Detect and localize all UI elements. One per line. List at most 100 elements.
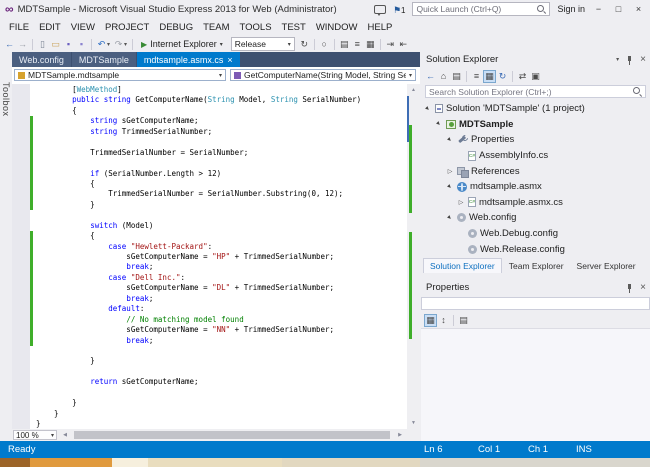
zoom-dropdown[interactable]: 100 % ▾ — [13, 430, 57, 440]
categorized-icon[interactable]: ▦ — [424, 314, 437, 327]
outdent-icon[interactable]: ⇤ — [397, 38, 410, 51]
notifications-flag[interactable]: ⚑1 — [393, 0, 406, 18]
properties-icon[interactable]: ≡ — [470, 70, 483, 83]
tree-item-web-config[interactable]: ▼Web.config — [421, 210, 650, 226]
member-dropdown[interactable]: GetComputerName(String Model, String Ser… — [230, 69, 416, 81]
panel-tab-solution-explorer[interactable]: Solution Explorer — [423, 258, 502, 273]
sync-with-active-document-icon[interactable]: ⇄ — [516, 70, 529, 83]
tree-item-references[interactable]: ▷References — [421, 163, 650, 179]
dropdown-arrow-icon[interactable]: ▾ — [107, 41, 110, 48]
navigate-forward-icon[interactable]: → — [16, 38, 29, 51]
show-all-files-icon[interactable]: ▦ — [483, 70, 496, 83]
code-line — [36, 210, 407, 220]
find-icon[interactable]: ○ — [318, 38, 331, 51]
tree-item-mdtsample-asmx[interactable]: ▼mdtsample.asmx — [421, 179, 650, 195]
start-debug-button[interactable]: ▶ Internet Explorer ▾ — [136, 37, 228, 51]
expanded-expander-icon[interactable]: ▼ — [445, 182, 455, 192]
notification-count: 1 — [401, 6, 405, 15]
feedback-icon[interactable] — [374, 5, 386, 14]
tab-mdtsample[interactable]: MDTSample — [72, 52, 136, 67]
tree-item-web-debug-config[interactable]: Web.Debug.config — [421, 226, 650, 242]
expanded-expander-icon[interactable]: ▼ — [445, 213, 455, 223]
chevron-down-icon[interactable]: ▾ — [220, 41, 223, 48]
vertical-scrollbar[interactable]: ▲ ▼ — [407, 84, 420, 429]
close-tab-icon[interactable]: × — [227, 55, 232, 65]
tree-item-mdtsample[interactable]: ▼MDTSample — [421, 117, 650, 133]
menu-window[interactable]: WINDOW — [311, 22, 363, 33]
tree-item-assemblyinfo-cs[interactable]: AssemblyInfo.cs — [421, 148, 650, 164]
code-editor[interactable]: [WebMethod] public string GetComputerNam… — [12, 84, 407, 429]
solution-explorer-icon[interactable]: ▤ — [338, 38, 351, 51]
solution-explorer-header[interactable]: Solution Explorer ▾ × — [421, 52, 650, 68]
tree-item-properties[interactable]: ▼Properties — [421, 132, 650, 148]
back-icon[interactable]: ← — [424, 70, 437, 83]
pin-icon[interactable] — [625, 284, 634, 293]
scroll-right-icon[interactable]: ▶ — [394, 429, 406, 441]
code-line: case "Hewlett-Packard": — [36, 242, 407, 252]
save-icon[interactable]: ▪ — [62, 38, 75, 51]
solution-configuration-dropdown[interactable]: Release ▾ — [231, 37, 295, 51]
chevron-down-icon[interactable]: ▾ — [616, 52, 619, 68]
chevron-down-icon: ▾ — [219, 72, 222, 79]
refresh-icon[interactable]: ↻ — [496, 70, 509, 83]
view-code-icon[interactable]: ▣ — [529, 70, 542, 83]
type-dropdown[interactable]: MDTSample.mdtsample ▾ — [14, 69, 226, 81]
quick-launch-input[interactable]: Quick Launch (Ctrl+Q) — [412, 2, 550, 16]
menu-view[interactable]: VIEW — [66, 22, 100, 33]
scroll-left-icon[interactable]: ◀ — [59, 429, 71, 441]
properties-grid[interactable] — [421, 328, 650, 441]
minimize-button[interactable]: − — [592, 4, 605, 14]
collapsed-expander-icon[interactable]: ▷ — [457, 199, 465, 206]
open-file-icon[interactable]: ▭ — [49, 38, 62, 51]
new-file-icon[interactable]: ▯ — [36, 38, 49, 51]
tree-item-web-release-config[interactable]: Web.Release.config — [421, 241, 650, 257]
close-button[interactable]: × — [632, 4, 645, 14]
menu-tools[interactable]: TOOLS — [235, 22, 277, 33]
sign-in-link[interactable]: Sign in — [557, 4, 585, 14]
menu-help[interactable]: HELP — [363, 22, 398, 33]
tab-web-config[interactable]: Web.config — [12, 52, 71, 67]
restore-button[interactable]: □ — [612, 4, 625, 14]
toolbox-icon[interactable]: ▦ — [364, 38, 377, 51]
panel-tab-server-explorer[interactable]: Server Explorer — [571, 259, 642, 273]
properties-object-dropdown[interactable] — [421, 297, 650, 310]
save-all-icon[interactable]: ▪ — [75, 38, 88, 51]
close-icon[interactable]: × — [640, 283, 646, 293]
expanded-expander-icon[interactable]: ▼ — [423, 104, 433, 114]
menu-test[interactable]: TEST — [277, 22, 311, 33]
navigate-backward-icon[interactable]: ← — [3, 38, 16, 51]
menu-debug[interactable]: DEBUG — [154, 22, 198, 33]
code-text[interactable]: [WebMethod] public string GetComputerNam… — [36, 85, 407, 429]
search-input[interactable]: Search Solution Explorer (Ctrl+;) — [425, 85, 646, 98]
close-icon[interactable]: × — [640, 55, 646, 65]
panel-tab-team-explorer[interactable]: Team Explorer — [503, 259, 570, 273]
toolbox-tab[interactable]: Toolbox — [0, 52, 12, 441]
menu-edit[interactable]: EDIT — [34, 22, 66, 33]
scroll-down-icon[interactable]: ▼ — [407, 417, 420, 429]
horizontal-scrollbar-thumb[interactable] — [74, 431, 390, 439]
collapse-all-icon[interactable]: ▤ — [450, 70, 463, 83]
dropdown-arrow-icon[interactable]: ▾ — [124, 41, 127, 48]
menu-file[interactable]: FILE — [4, 22, 34, 33]
properties-header[interactable]: Properties × — [421, 280, 650, 296]
expanded-expander-icon[interactable]: ▼ — [434, 119, 444, 129]
home-icon[interactable]: ⌂ — [437, 70, 450, 83]
menu-project[interactable]: PROJECT — [100, 22, 154, 33]
menu-team[interactable]: TEAM — [198, 22, 234, 33]
alphabetical-icon[interactable]: ↕ — [437, 314, 450, 327]
scroll-up-icon[interactable]: ▲ — [407, 84, 420, 96]
collapsed-expander-icon[interactable]: ▷ — [446, 168, 454, 175]
browser-link-refresh-icon[interactable]: ↻ — [298, 38, 311, 51]
code-line: break; — [36, 294, 407, 304]
window-title: MDTSample - Microsoft Visual Studio Expr… — [18, 4, 337, 15]
properties-window-icon[interactable]: ≡ — [351, 38, 364, 51]
expanded-expander-icon[interactable]: ▼ — [445, 135, 455, 145]
tree-item-solution-mdtsample-1-project[interactable]: ▼Solution 'MDTSample' (1 project) — [421, 101, 650, 117]
indent-icon[interactable]: ⇥ — [384, 38, 397, 51]
tab-mdtsample-asmx-cs[interactable]: mdtsample.asmx.cs× — [137, 52, 240, 67]
main-area: Toolbox Web.configMDTSamplemdtsample.asm… — [0, 52, 650, 441]
pin-icon[interactable] — [625, 56, 634, 65]
taskbar[interactable] — [0, 458, 650, 467]
property-pages-icon[interactable]: ▤ — [457, 314, 470, 327]
tree-item-mdtsample-asmx-cs[interactable]: ▷mdtsample.asmx.cs — [421, 195, 650, 211]
